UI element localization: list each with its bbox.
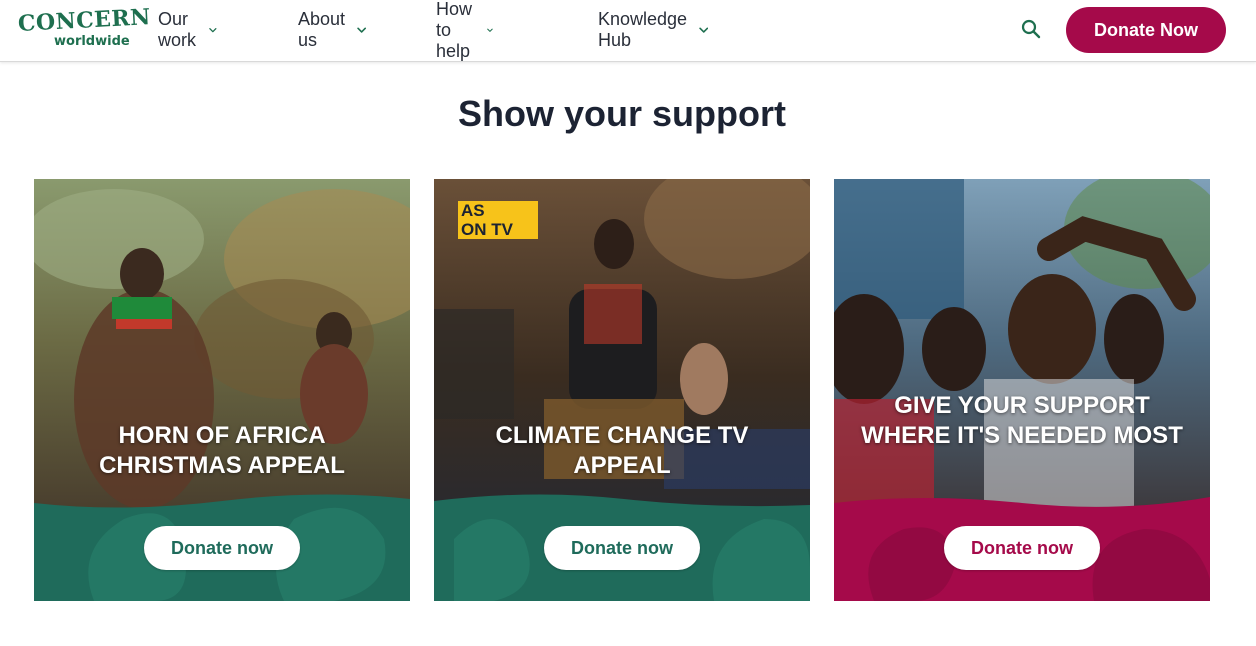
chevron-down-icon	[698, 27, 708, 33]
as-seen-on-tv-badge: AS SEEN ON TV	[454, 199, 538, 239]
card-title: GIVE YOUR SUPPORT WHERE IT'S NEEDED MOST	[861, 392, 1183, 449]
search-icon[interactable]	[1020, 18, 1042, 40]
nav-item-knowledge-hub[interactable]: Knowledge Hub	[598, 9, 708, 50]
appeal-card-climate-change[interactable]: AS SEEN ON TV CLIMATE CHANGE TV APPEAL D…	[434, 179, 810, 601]
appeal-card-horn-of-africa[interactable]: HORN OF AFRICA CHRISTMAS APPEAL Donate n…	[34, 179, 410, 601]
donate-now-button[interactable]: Donate Now	[1066, 7, 1226, 53]
donate-now-button[interactable]: Donate now	[944, 526, 1100, 570]
nav-item-how-to-help[interactable]: How to help	[436, 0, 493, 61]
nav-label: How to help	[436, 0, 473, 61]
card-title: HORN OF AFRICA CHRISTMAS APPEAL	[99, 422, 345, 479]
donate-now-button[interactable]: Donate now	[544, 526, 700, 570]
appeal-photo	[834, 179, 1210, 509]
donate-now-button[interactable]: Donate now	[144, 526, 300, 570]
chevron-down-icon	[209, 27, 217, 32]
nav-label: Knowledge Hub	[598, 9, 688, 50]
card-title: CLIMATE CHANGE TV APPEAL	[495, 422, 749, 479]
nav-item-about-us[interactable]: About us	[298, 9, 366, 50]
concern-logo[interactable]: CONCERN worldwide	[17, 4, 151, 51]
site-header: CONCERN worldwide Our work About us How …	[0, 0, 1256, 62]
logo-wordmark: CONCERN	[17, 4, 152, 37]
nav-label: Our work	[158, 9, 197, 50]
nav-item-our-work[interactable]: Our work	[158, 9, 217, 50]
logo-subtitle: worldwide	[54, 34, 130, 49]
page-title: Show your support	[458, 93, 786, 134]
nav-label: About us	[298, 9, 346, 50]
badge-line: ON TV	[458, 220, 516, 239]
appeal-card-general-support[interactable]: GIVE YOUR SUPPORT WHERE IT'S NEEDED MOST…	[834, 179, 1210, 601]
chevron-down-icon	[487, 28, 493, 32]
chevron-down-icon	[357, 27, 366, 33]
